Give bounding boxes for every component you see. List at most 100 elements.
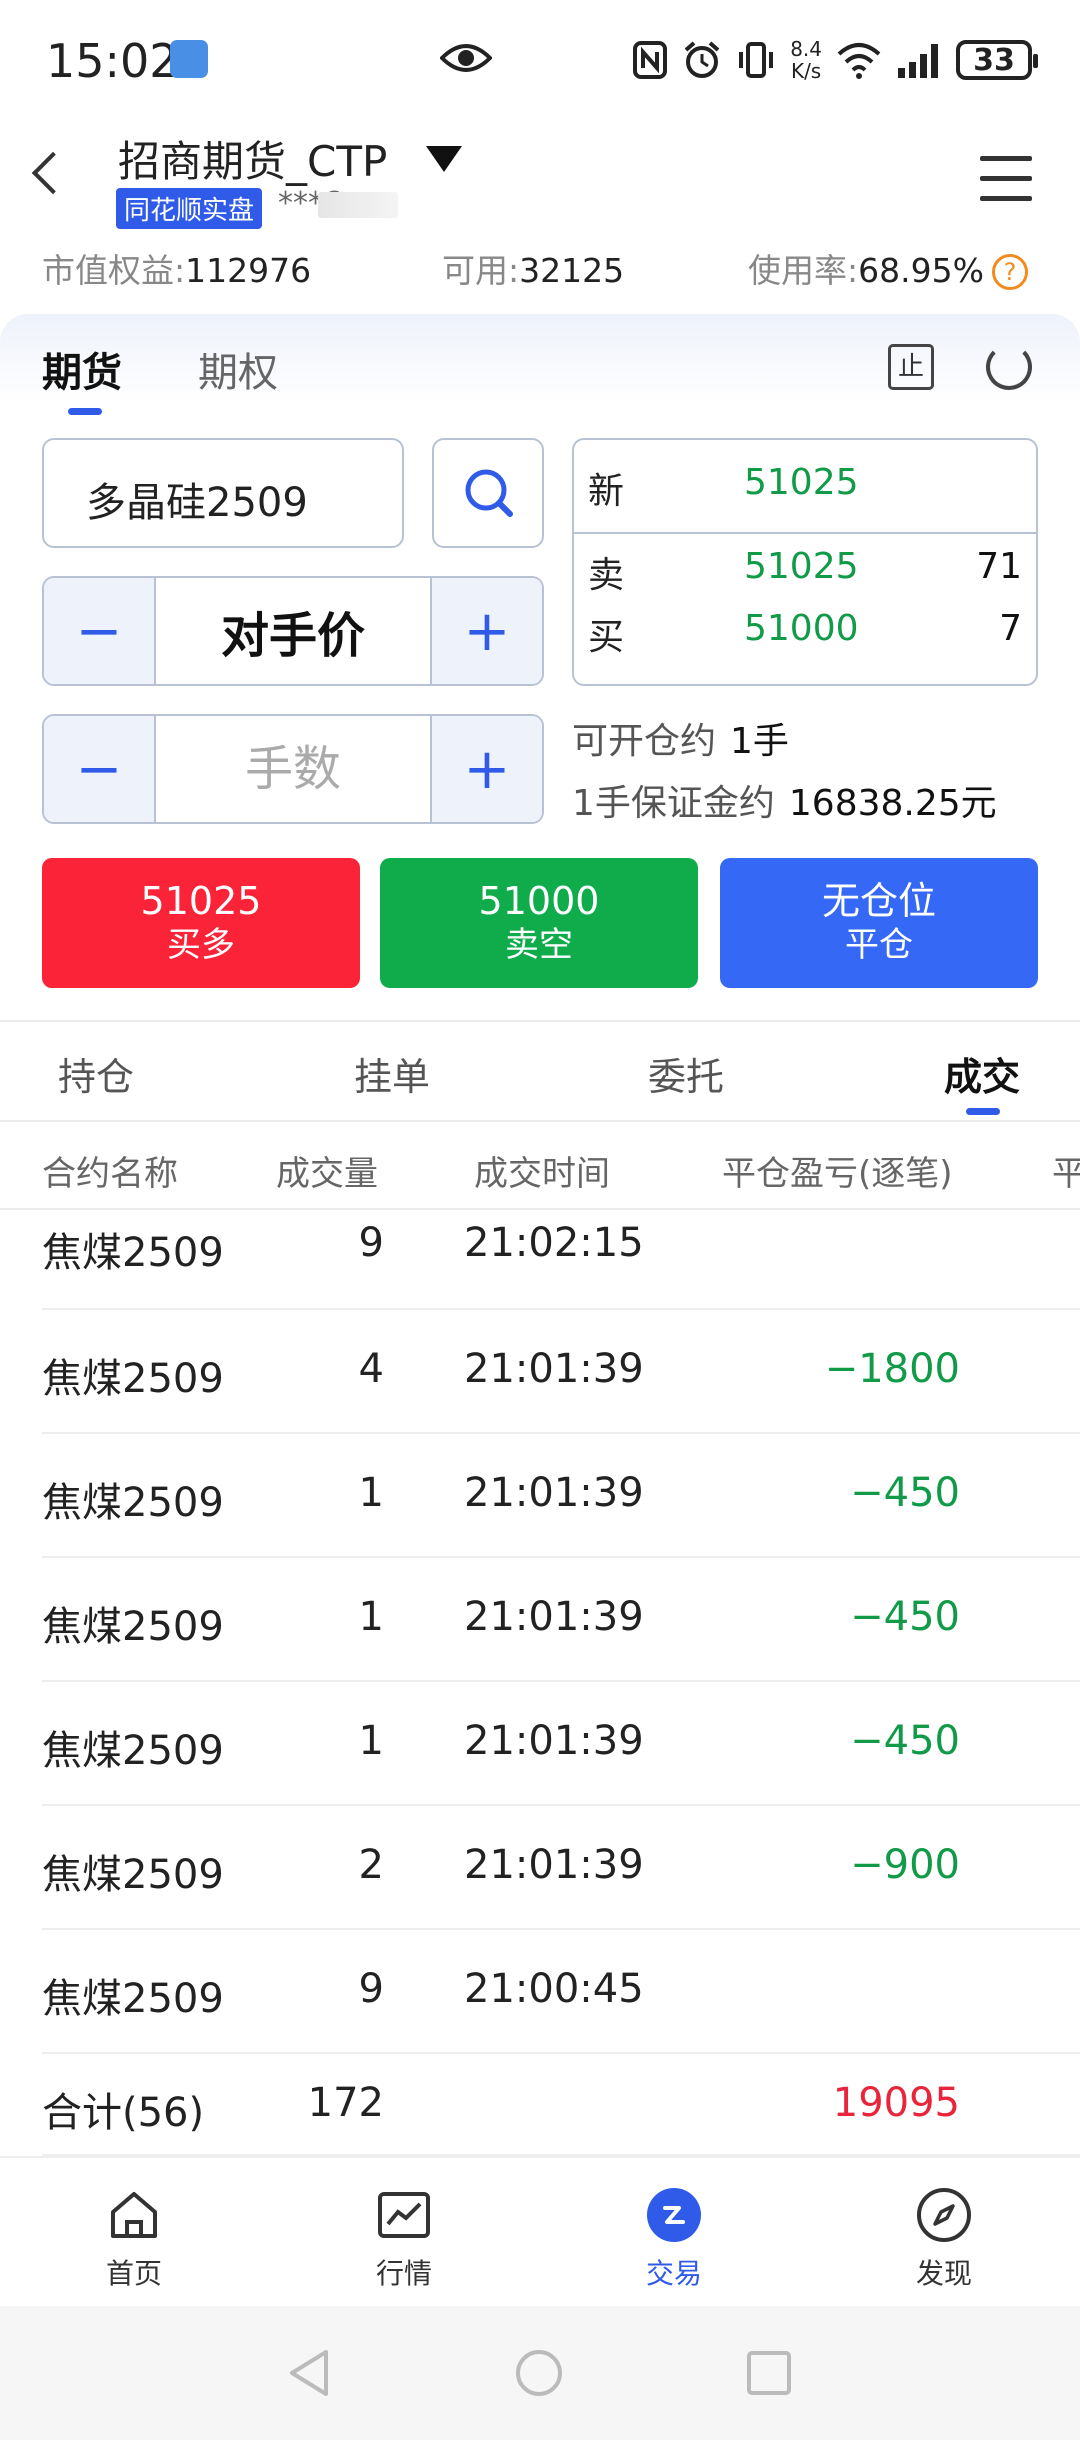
menu-icon[interactable] (980, 156, 1032, 216)
row-contract: 焦煤2509 (42, 1480, 224, 1526)
price-plus-button[interactable]: + (430, 578, 542, 684)
app-header: 招商期货_CTP 同花顺实盘 ***6 (0, 118, 1080, 238)
system-back-icon[interactable] (286, 2348, 332, 2398)
usage-label: 使用率: (748, 251, 859, 290)
tab-orders[interactable]: 委托 (648, 1046, 724, 1101)
openable-info: 可开仓约 1手 (572, 712, 789, 764)
account-badge: 同花顺实盘 (116, 188, 263, 229)
search-button[interactable] (432, 438, 544, 548)
bid-price: 51000 (744, 608, 859, 649)
row-pnl: −450 (850, 1470, 960, 1516)
account-name[interactable]: 招商期货_CTP (118, 128, 387, 189)
qty-minus-button[interactable]: − (44, 716, 156, 822)
nav-trade-label: 交易 (645, 2257, 702, 2290)
row-pnl: −1800 (824, 1346, 960, 1392)
openable-label: 可开仓约 (572, 721, 717, 762)
sell-label: 卖空 (505, 925, 573, 965)
system-recent-icon[interactable] (746, 2350, 792, 2396)
tab-options[interactable]: 期权 (198, 340, 278, 398)
table-row[interactable]: 焦煤2509 1 21:01:39 −450 (0, 1682, 1080, 1806)
wifi-icon (837, 43, 881, 79)
equity-summary: 市值权益:112976 可用:32125 使用率:68.95%? (0, 244, 1080, 294)
stop-order-icon[interactable]: 止 (888, 344, 934, 390)
quantity-stepper: − + (42, 714, 544, 824)
col-more: 平 (1052, 1154, 1080, 1194)
price-mode[interactable]: 对手价 (156, 578, 430, 684)
sell-short-button[interactable]: 51000 卖空 (380, 858, 698, 988)
back-arrow-icon[interactable] (31, 151, 75, 195)
row-qty: 1 (358, 1718, 384, 1764)
trade-icon (647, 2188, 701, 2242)
price-stepper: − 对手价 + (42, 576, 544, 686)
help-icon[interactable]: ? (991, 254, 1028, 290)
nav-trade[interactable]: 交易 (614, 2186, 734, 2292)
bid-volume: 7 (999, 608, 1022, 649)
speed-unit: K/s (790, 59, 822, 83)
system-home-icon[interactable] (514, 2348, 564, 2398)
quote-box: 新 51025 卖 51025 71 买 51000 7 (572, 438, 1038, 686)
app-notification-icon (170, 40, 208, 78)
row-time: 21:01:39 (464, 1718, 644, 1764)
tab-pending[interactable]: 挂单 (354, 1046, 430, 1101)
price-minus-button[interactable]: − (44, 578, 156, 684)
row-qty: 9 (358, 1966, 384, 2012)
row-contract: 焦煤2509 (42, 1728, 224, 1774)
table-row[interactable]: 焦煤2509 9 21:00:45 (0, 1930, 1080, 2054)
network-speed: 8.4 K/s (790, 38, 822, 82)
home-icon (111, 2192, 157, 2238)
close-position-button[interactable]: 无仓位 平仓 (720, 858, 1038, 988)
table-row[interactable]: 焦煤2509 4 21:01:39 −1800 (0, 1310, 1080, 1434)
battery-icon: 33 (956, 40, 1038, 80)
row-pnl: −450 (850, 1594, 960, 1640)
row-contract: 焦煤2509 (42, 1356, 224, 1402)
search-icon (465, 469, 513, 517)
table-total-row: 合计(56) 172 19095 (0, 2054, 1080, 2156)
eye-icon (440, 44, 492, 72)
margin-label: 1手保证金约 (572, 783, 775, 824)
row-pnl: −450 (850, 1718, 960, 1764)
quantity-input[interactable] (156, 716, 430, 822)
tab-futures[interactable]: 期货 (42, 340, 122, 398)
row-contract: 焦煤2509 (42, 1852, 224, 1898)
total-label: 合计(56) (42, 2090, 205, 2136)
nav-market[interactable]: 行情 (344, 2186, 464, 2292)
total-qty: 172 (307, 2080, 384, 2126)
qty-plus-button[interactable]: + (430, 716, 542, 822)
tab-indicator (68, 408, 102, 415)
quote-divider (574, 532, 1036, 534)
close-status: 无仓位 (821, 879, 936, 923)
sell-price: 51000 (478, 879, 600, 923)
alarm-icon (684, 41, 720, 78)
buy-price: 51025 (140, 879, 262, 923)
nav-discover[interactable]: 发现 (884, 2186, 1004, 2292)
last-price: 51025 (744, 462, 859, 503)
row-time: 21:01:39 (464, 1346, 644, 1392)
section-divider (0, 1020, 1080, 1022)
compass-icon (917, 2188, 971, 2242)
buy-label: 买多 (167, 925, 235, 965)
contract-selector[interactable]: 多晶硅2509 (42, 438, 404, 548)
signal-icon (898, 44, 938, 78)
available-label: 可用: (442, 251, 520, 290)
available-funds: 可用:32125 (442, 244, 624, 292)
row-time: 21:02:15 (464, 1220, 644, 1266)
refresh-icon[interactable] (986, 344, 1032, 390)
row-qty: 9 (358, 1220, 384, 1266)
tabs-divider (0, 1120, 1080, 1122)
status-time: 15:02 (46, 34, 179, 88)
nav-home[interactable]: 首页 (74, 2186, 194, 2292)
col-qty: 成交量 (276, 1154, 378, 1194)
table-row[interactable]: 焦煤2509 9 21:02:15 (0, 1208, 1080, 1310)
tab-trades[interactable]: 成交 (944, 1046, 1020, 1101)
table-row[interactable]: 焦煤2509 1 21:01:39 −450 (0, 1434, 1080, 1558)
last-label: 新 (588, 471, 625, 512)
row-contract: 焦煤2509 (42, 1976, 224, 2022)
account-dropdown-icon[interactable] (426, 146, 462, 172)
buy-long-button[interactable]: 51025 买多 (42, 858, 360, 988)
market-equity-label: 市值权益: (42, 251, 186, 290)
close-label: 平仓 (845, 925, 913, 965)
market-equity-value: 112976 (185, 251, 312, 290)
table-row[interactable]: 焦煤2509 2 21:01:39 −900 (0, 1806, 1080, 1930)
table-row[interactable]: 焦煤2509 1 21:01:39 −450 (0, 1558, 1080, 1682)
tab-positions[interactable]: 持仓 (58, 1046, 134, 1101)
